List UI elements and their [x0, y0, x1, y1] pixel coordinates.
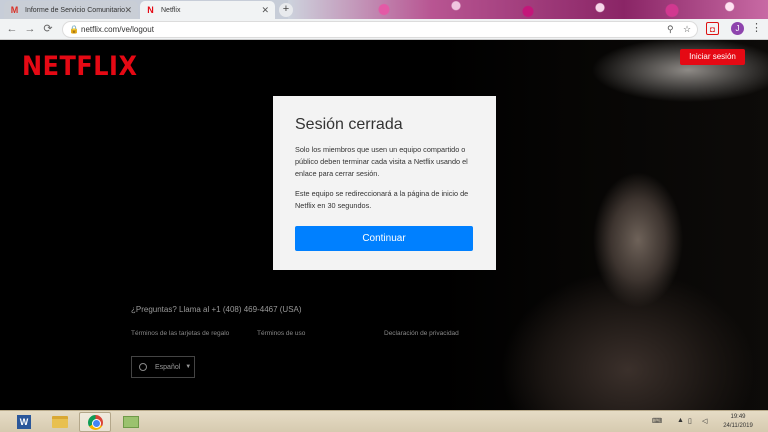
footer-link-terms-of-use[interactable]: Términos de uso — [257, 330, 305, 337]
tab-label: Informe de Servicio Comunitario — [25, 6, 125, 14]
taskbar: W ⌨ ▲ ▯ ◁ 19:49 24/11/2019 — [0, 410, 768, 432]
back-button[interactable]: ← — [5, 22, 19, 36]
footer-link-privacy[interactable]: Declaración de privacidad — [384, 330, 459, 337]
menu-icon[interactable]: ⋮ — [750, 22, 763, 35]
keyboard-icon[interactable]: ⌨ — [652, 417, 662, 425]
taskbar-chrome[interactable] — [79, 412, 111, 432]
footer-contact[interactable]: ¿Preguntas? Llama al +1 (408) 469-4467 (… — [131, 305, 302, 314]
card-title: Sesión cerrada — [295, 116, 403, 133]
card-paragraph-redirect: Este equipo se redireccionará a la págin… — [295, 189, 469, 210]
netflix-favicon-icon: N — [147, 4, 154, 15]
language-label: Español — [155, 363, 181, 371]
clock-time: 19:49 — [730, 414, 746, 420]
chevron-down-icon: ▼ — [185, 364, 192, 370]
language-select[interactable]: Español ▼ — [131, 356, 195, 378]
lock-icon: 🔒 — [69, 25, 79, 34]
extension-icon[interactable]: ◘ — [706, 22, 719, 35]
browser-toolbar: ← → ⟳ 🔒 netflix.com/ve/logout ⚲ ☆ ◘ J ⋮ — [0, 19, 768, 40]
profile-avatar[interactable]: J — [731, 22, 744, 35]
notes-icon — [123, 416, 139, 428]
card-paragraph-members: Solo los miembros que usen un equipo com… — [295, 145, 468, 178]
new-tab-button[interactable]: + — [279, 3, 293, 17]
taskbar-sticky-notes[interactable] — [115, 412, 147, 432]
chrome-icon — [87, 414, 103, 430]
network-icon[interactable]: ▯ — [688, 417, 692, 425]
address-bar[interactable]: 🔒 netflix.com/ve/logout ⚲ ☆ — [62, 21, 698, 38]
close-tab-icon[interactable]: ✕ — [124, 5, 132, 16]
browser-tab-strip: M Informe de Servicio Comunitario ✕ N Ne… — [0, 0, 768, 19]
show-hidden-icons[interactable]: ▲ — [677, 417, 684, 424]
logout-card: Sesión cerrada Solo los miembros que use… — [273, 96, 496, 270]
system-clock[interactable]: 19:49 24/11/2019 — [722, 413, 754, 431]
taskbar-word[interactable]: W — [8, 412, 40, 432]
netflix-logout-page: NETFLIX Iniciar sesión Sesión cerrada So… — [0, 40, 768, 410]
tab-informe[interactable]: M Informe de Servicio Comunitario ✕ — [4, 1, 138, 19]
globe-icon — [139, 363, 147, 371]
volume-icon[interactable]: ◁ — [702, 417, 707, 425]
word-icon: W — [17, 415, 31, 429]
clock-date: 24/11/2019 — [723, 423, 753, 429]
netflix-logo[interactable]: NETFLIX — [22, 51, 137, 82]
bookmark-star-icon[interactable]: ☆ — [683, 24, 691, 35]
zoom-icon[interactable]: ⚲ — [667, 24, 674, 35]
footer-link-gift-card-terms[interactable]: Términos de las tarjetas de regalo — [131, 330, 229, 337]
continue-button[interactable]: Continuar — [295, 226, 473, 251]
close-tab-icon[interactable]: ✕ — [261, 5, 269, 16]
forward-button[interactable]: → — [23, 22, 37, 36]
signin-button[interactable]: Iniciar sesión — [680, 49, 745, 65]
theme-background — [288, 0, 768, 19]
taskbar-file-explorer[interactable] — [44, 412, 76, 432]
gmail-icon: M — [10, 4, 19, 15]
url-text[interactable]: netflix.com/ve/logout — [81, 25, 154, 34]
tab-label: Netflix — [161, 6, 181, 14]
tab-netflix[interactable]: N Netflix ✕ — [140, 1, 275, 19]
reload-button[interactable]: ⟳ — [41, 22, 55, 36]
folder-icon — [52, 416, 68, 428]
